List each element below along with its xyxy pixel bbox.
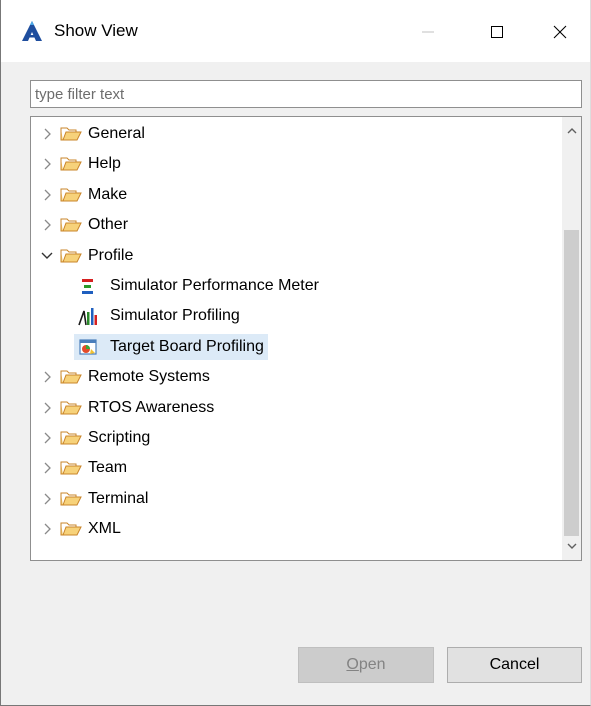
tree-item-label: Simulator Profiling <box>110 307 240 325</box>
tree-item-category[interactable]: Scripting <box>40 425 150 451</box>
tree-item-view[interactable]: Simulator Profiling <box>78 303 240 329</box>
folder-icon <box>60 370 82 384</box>
chevron-right-icon[interactable] <box>40 218 54 232</box>
folder-icon <box>60 127 82 141</box>
chevron-right-icon[interactable] <box>40 492 54 506</box>
tree-item-view[interactable]: Target Board Profiling <box>74 333 268 360</box>
maximize-icon <box>491 26 503 38</box>
tree-item-label: Profile <box>88 246 134 264</box>
tree-item-label: XML <box>88 520 121 538</box>
tree-item-label: Team <box>88 459 128 477</box>
maximize-button[interactable] <box>475 12 519 52</box>
minimize-icon <box>422 31 434 33</box>
tree-item-label: Other <box>88 216 129 234</box>
close-icon <box>553 25 567 39</box>
target-board-profiling-icon <box>79 339 97 355</box>
tree-item-category[interactable]: Remote Systems <box>40 364 210 390</box>
app-logo-icon <box>22 21 42 41</box>
chevron-right-icon[interactable] <box>40 370 54 384</box>
chevron-right-icon[interactable] <box>40 431 54 445</box>
minimize-button[interactable] <box>406 12 450 52</box>
chevron-down-icon <box>567 543 576 549</box>
performance-meter-icon <box>82 279 93 294</box>
folder-icon <box>60 249 82 263</box>
open-mnemonic: O <box>346 656 359 673</box>
chevron-right-icon[interactable] <box>40 157 54 171</box>
title-bar[interactable]: Show View <box>1 0 590 62</box>
tree-item-label: General <box>88 125 145 142</box>
chevron-down-icon[interactable] <box>40 249 54 263</box>
filter-input[interactable] <box>30 80 582 108</box>
chevron-right-icon[interactable] <box>40 127 54 141</box>
close-button[interactable] <box>538 12 582 52</box>
tree-item-category[interactable]: Profile <box>40 243 133 269</box>
tree-item-category[interactable]: General <box>40 121 145 147</box>
tree-item-label: Scripting <box>88 429 151 446</box>
chevron-right-icon[interactable] <box>40 522 54 536</box>
tree-item-category[interactable]: RTOS Awareness <box>40 395 214 421</box>
cancel-button[interactable]: Cancel <box>447 647 582 683</box>
folder-icon <box>60 401 82 415</box>
open-label-rest: pen <box>358 656 386 673</box>
tree-scrollbar[interactable] <box>562 117 581 560</box>
tree-item-label: RTOS Awareness <box>88 398 215 416</box>
tree-item-category[interactable]: Other <box>40 212 128 238</box>
folder-icon <box>60 157 82 171</box>
tree-item-category[interactable]: Make <box>40 182 127 208</box>
tree-item-view[interactable]: Simulator Performance Meter <box>78 273 319 299</box>
chevron-right-icon[interactable] <box>40 461 54 475</box>
chevron-right-icon[interactable] <box>40 401 54 415</box>
scroll-thumb[interactable] <box>564 230 579 536</box>
tree-item-category[interactable]: XML <box>40 516 121 542</box>
tree-item-label: Terminal <box>88 489 149 507</box>
chevron-right-icon[interactable] <box>40 188 54 202</box>
folder-icon <box>60 218 82 232</box>
open-button[interactable]: Open <box>298 647 434 683</box>
window-title: Show View <box>54 21 138 40</box>
folder-icon <box>60 492 82 506</box>
tree-item-label: Make <box>88 185 128 203</box>
folder-icon <box>60 431 82 445</box>
tree-item-label: Simulator Performance Meter <box>110 277 319 294</box>
tree-item-label: Remote Systems <box>88 368 210 386</box>
scroll-up-arrow[interactable] <box>564 121 579 141</box>
folder-icon <box>60 461 82 475</box>
tree-item-label: Help <box>88 155 121 173</box>
show-view-dialog: Show View General Help Make Other Profile Sim… <box>0 0 591 706</box>
chevron-up-icon <box>567 128 576 134</box>
tree-item-category[interactable]: Help <box>40 151 121 177</box>
view-tree[interactable]: General Help Make Other Profile Simulator Per… <box>30 116 582 561</box>
folder-icon <box>60 188 82 202</box>
folder-icon <box>60 522 82 536</box>
tree-item-category[interactable]: Team <box>40 455 127 481</box>
tree-item-label: Target Board Profiling <box>110 337 264 355</box>
simulator-profiling-icon <box>78 308 97 326</box>
scroll-down-arrow[interactable] <box>564 536 579 556</box>
tree-item-category[interactable]: Terminal <box>40 486 148 512</box>
